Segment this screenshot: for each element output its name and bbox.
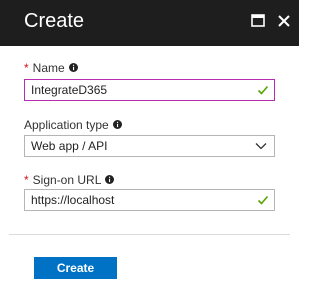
name-field[interactable]: IntegrateD365 xyxy=(24,79,275,101)
create-button[interactable]: Create xyxy=(34,257,117,279)
blade-header: Create xyxy=(0,0,299,46)
blade-title: Create xyxy=(24,10,85,32)
application-type-value: Web app / API xyxy=(31,139,108,153)
checkmark-icon xyxy=(257,85,269,95)
info-icon[interactable] xyxy=(112,120,122,130)
checkmark-icon xyxy=(257,195,269,205)
sign-on-url-value: https://localhost xyxy=(31,193,115,207)
sign-on-url-label: * Sign-on URL xyxy=(24,173,115,187)
close-icon xyxy=(278,15,290,27)
application-type-select[interactable]: Web app / API xyxy=(24,135,275,157)
application-type-label: Application type xyxy=(24,118,122,132)
close-button[interactable] xyxy=(273,10,295,32)
name-label-text: Name xyxy=(32,61,65,75)
sign-on-url-label-text: Sign-on URL xyxy=(32,173,102,187)
info-icon[interactable] xyxy=(105,175,115,185)
name-label: * Name xyxy=(24,61,78,75)
info-icon[interactable] xyxy=(68,63,78,73)
divider xyxy=(9,234,290,235)
chevron-down-icon xyxy=(255,143,267,150)
name-value: IntegrateD365 xyxy=(31,83,108,97)
required-marker: * xyxy=(24,61,29,75)
maximize-button[interactable] xyxy=(247,10,269,32)
sign-on-url-field[interactable]: https://localhost xyxy=(24,189,275,211)
create-form: * Name IntegrateD365 Application type Web… xyxy=(0,46,299,284)
required-marker: * xyxy=(24,173,29,187)
maximize-icon xyxy=(251,14,265,27)
application-type-label-text: Application type xyxy=(24,118,109,132)
